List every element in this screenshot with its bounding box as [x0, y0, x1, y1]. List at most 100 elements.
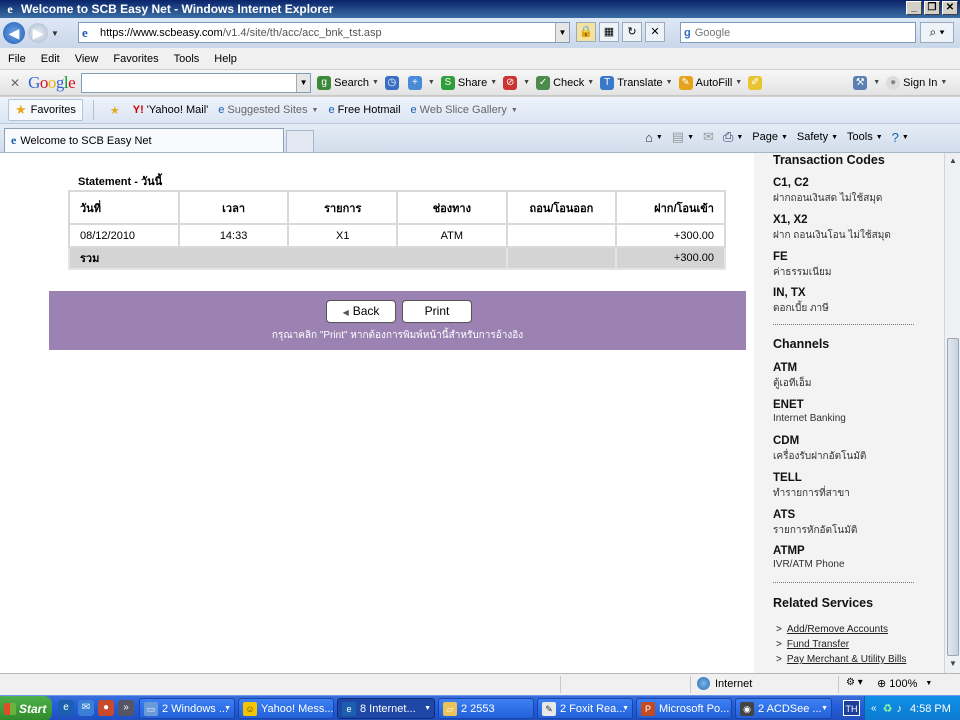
channel-desc: ตู้เอทีเอ็ม — [773, 378, 812, 389]
close-button[interactable]: ✕ — [942, 1, 958, 15]
menu-edit[interactable]: Edit — [41, 53, 60, 65]
task-acdsee[interactable]: ◉ 2 ACDSee ... ▼ — [735, 698, 832, 719]
link-fund-transfer[interactable]: > Fund Transfer — [776, 639, 849, 650]
protected-mode-icon[interactable]: ⚙ ▾ — [846, 677, 863, 688]
spell-check-button[interactable]: ✓ Check ▼ — [536, 75, 594, 90]
print-toolbar-button[interactable]: ⎙ ▼ — [723, 129, 743, 145]
favorites-button[interactable]: ★ Favorites — [8, 99, 83, 121]
channel-label: CDM — [773, 435, 800, 447]
divider — [838, 676, 839, 693]
menu-help[interactable]: Help — [214, 53, 237, 65]
restore-button[interactable]: ❐ — [924, 1, 940, 15]
forward-nav-button[interactable]: ▶ — [28, 23, 48, 43]
more-quicklaunch-icon[interactable]: » — [118, 700, 134, 716]
mail-quicklaunch-icon[interactable]: ✉ — [78, 700, 94, 716]
page-menu[interactable]: Page ▼ — [752, 131, 788, 143]
menu-favorites[interactable]: Favorites — [113, 53, 158, 65]
search-go-button[interactable]: ⌕ ▾ — [920, 22, 954, 43]
task-powerpoint[interactable]: P Microsoft Po... — [636, 698, 732, 719]
share-button[interactable]: S Share ▼ — [440, 75, 497, 90]
home-icon: ⌂ — [645, 129, 653, 145]
history-button[interactable]: ◷ — [384, 75, 402, 90]
ie-quicklaunch-icon[interactable]: e — [58, 700, 74, 716]
channel-label: ATMP — [773, 545, 805, 557]
add-button[interactable]: + ▼ — [407, 75, 435, 90]
search-placeholder: Google — [694, 26, 731, 39]
address-dropdown[interactable]: ▼ — [555, 23, 569, 42]
compatibility-icon[interactable]: ▦ — [599, 22, 619, 42]
link-pay-merchant[interactable]: > Pay Merchant & Utility Bills — [776, 654, 906, 665]
mail-icon: ✉ — [703, 129, 714, 144]
minimize-button[interactable]: _ — [906, 1, 922, 15]
transaction-codes-title: Transaction Codes — [773, 153, 885, 167]
scroll-thumb[interactable] — [947, 338, 959, 656]
code-label: C1, C2 — [773, 177, 809, 189]
volume-icon[interactable]: ♪ — [896, 703, 902, 715]
start-button[interactable]: Start — [0, 696, 52, 720]
google-search-field[interactable]: ▼ — [81, 72, 312, 93]
network-icon[interactable]: ♻ — [883, 702, 893, 715]
link-add-remove-accounts[interactable]: > Add/Remove Accounts — [776, 624, 888, 635]
tab-scb-easy-net[interactable]: e Welcome to SCB Easy Net — [4, 128, 284, 152]
highlight-button[interactable]: ✐ — [748, 75, 765, 90]
scroll-down-icon[interactable]: ▼ — [946, 657, 960, 671]
media-quicklaunch-icon[interactable]: ● — [98, 700, 114, 716]
globe-icon — [697, 677, 710, 690]
security-zone: Internet — [697, 677, 752, 690]
new-tab-button[interactable] — [286, 130, 314, 152]
help-button[interactable]: ? ▼ — [892, 130, 909, 145]
tools-menu[interactable]: Tools ▼ — [847, 131, 883, 143]
recent-pages-dropdown[interactable]: ▼ — [51, 29, 59, 38]
google-search-dropdown[interactable]: ▼ — [296, 73, 311, 92]
print-button[interactable]: Print — [402, 300, 472, 323]
add-favorite-button[interactable]: ★ — [110, 104, 123, 117]
lock-icon[interactable]: 🔒 — [576, 22, 596, 42]
mail-button[interactable]: ✉ — [703, 129, 714, 145]
window-title-bar[interactable]: e Welcome to SCB Easy Net - Windows Inte… — [0, 0, 960, 18]
google-search-button[interactable]: g Search ▼ — [317, 75, 379, 90]
autofill-button[interactable]: ✎ AutoFill ▼ — [678, 75, 742, 90]
language-indicator[interactable]: TH — [843, 700, 860, 716]
back-button[interactable]: ◀ Back — [326, 300, 396, 323]
scroll-up-icon[interactable]: ▲ — [946, 154, 960, 168]
foxit-icon: ✎ — [542, 701, 556, 716]
fav-web-slice-gallery[interactable]: e Web Slice Gallery ▼ — [411, 104, 518, 116]
close-toolbar-icon[interactable]: ✕ — [10, 76, 20, 90]
tray-expand-icon[interactable]: « — [871, 703, 877, 714]
site-favicon-icon: e — [82, 24, 88, 40]
search-input[interactable]: g Google — [680, 22, 916, 43]
task-folder-2553[interactable]: ▱ 2 2553 — [438, 698, 534, 719]
popup-blocker-button[interactable]: ⊘ ▼ — [503, 75, 530, 90]
feeds-button[interactable]: ▤ ▼ — [672, 129, 694, 145]
channel-desc: รายการหักอัตโนมัติ — [773, 525, 858, 536]
vertical-scrollbar[interactable]: ▲ ▼ — [944, 153, 960, 673]
task-yahoo-messenger[interactable]: ☺ Yahoo! Mess... — [238, 698, 334, 719]
translate-button[interactable]: T Translate ▼ — [600, 75, 673, 90]
fav-free-hotmail[interactable]: e Free Hotmail — [328, 104, 400, 116]
home-button[interactable]: ⌂ ▼ — [645, 130, 663, 145]
fav-suggested-sites[interactable]: e Suggested Sites ▼ — [218, 104, 318, 116]
address-bar[interactable]: e https:// www.scbeasy.com /v1.4/site/th… — [78, 22, 570, 43]
refresh-icon[interactable]: ↻ — [622, 22, 642, 42]
menu-file[interactable]: File — [8, 53, 26, 65]
channel-label: TELL — [773, 472, 802, 484]
safety-menu[interactable]: Safety ▼ — [797, 131, 838, 143]
zoom-control[interactable]: ⊕ 100% ▼ — [877, 677, 932, 691]
sign-in-button[interactable]: ● Sign In ▼ — [886, 75, 947, 90]
ie-logo-icon: e — [7, 2, 13, 16]
settings-button[interactable]: ⚒ ▼ — [853, 75, 880, 90]
statement-table: วันที่ เวลา รายการ ช่องทาง ถอน/โอนออก ฝา… — [68, 190, 726, 270]
total-label: รวม — [68, 246, 508, 270]
menu-view[interactable]: View — [75, 53, 99, 65]
back-nav-button[interactable]: ◀ — [3, 22, 25, 44]
clock[interactable]: 4:58 PM — [910, 703, 951, 715]
channels-title: Channels — [773, 337, 830, 351]
fav-yahoo-mail[interactable]: Y! 'Yahoo! Mail' — [133, 104, 208, 116]
task-foxit-reader[interactable]: ✎ 2 Foxit Rea... ▼ — [537, 698, 633, 719]
col-time: เวลา — [177, 190, 290, 225]
task-windows[interactable]: ▭ 2 Windows ... ▼ — [139, 698, 235, 719]
code-desc: ดอกเบี้ย ภาษี — [773, 303, 829, 314]
stop-icon[interactable]: ✕ — [645, 22, 665, 42]
task-internet-explorer[interactable]: e8 Internet... ▼ — [337, 698, 435, 719]
menu-tools[interactable]: Tools — [174, 53, 200, 65]
